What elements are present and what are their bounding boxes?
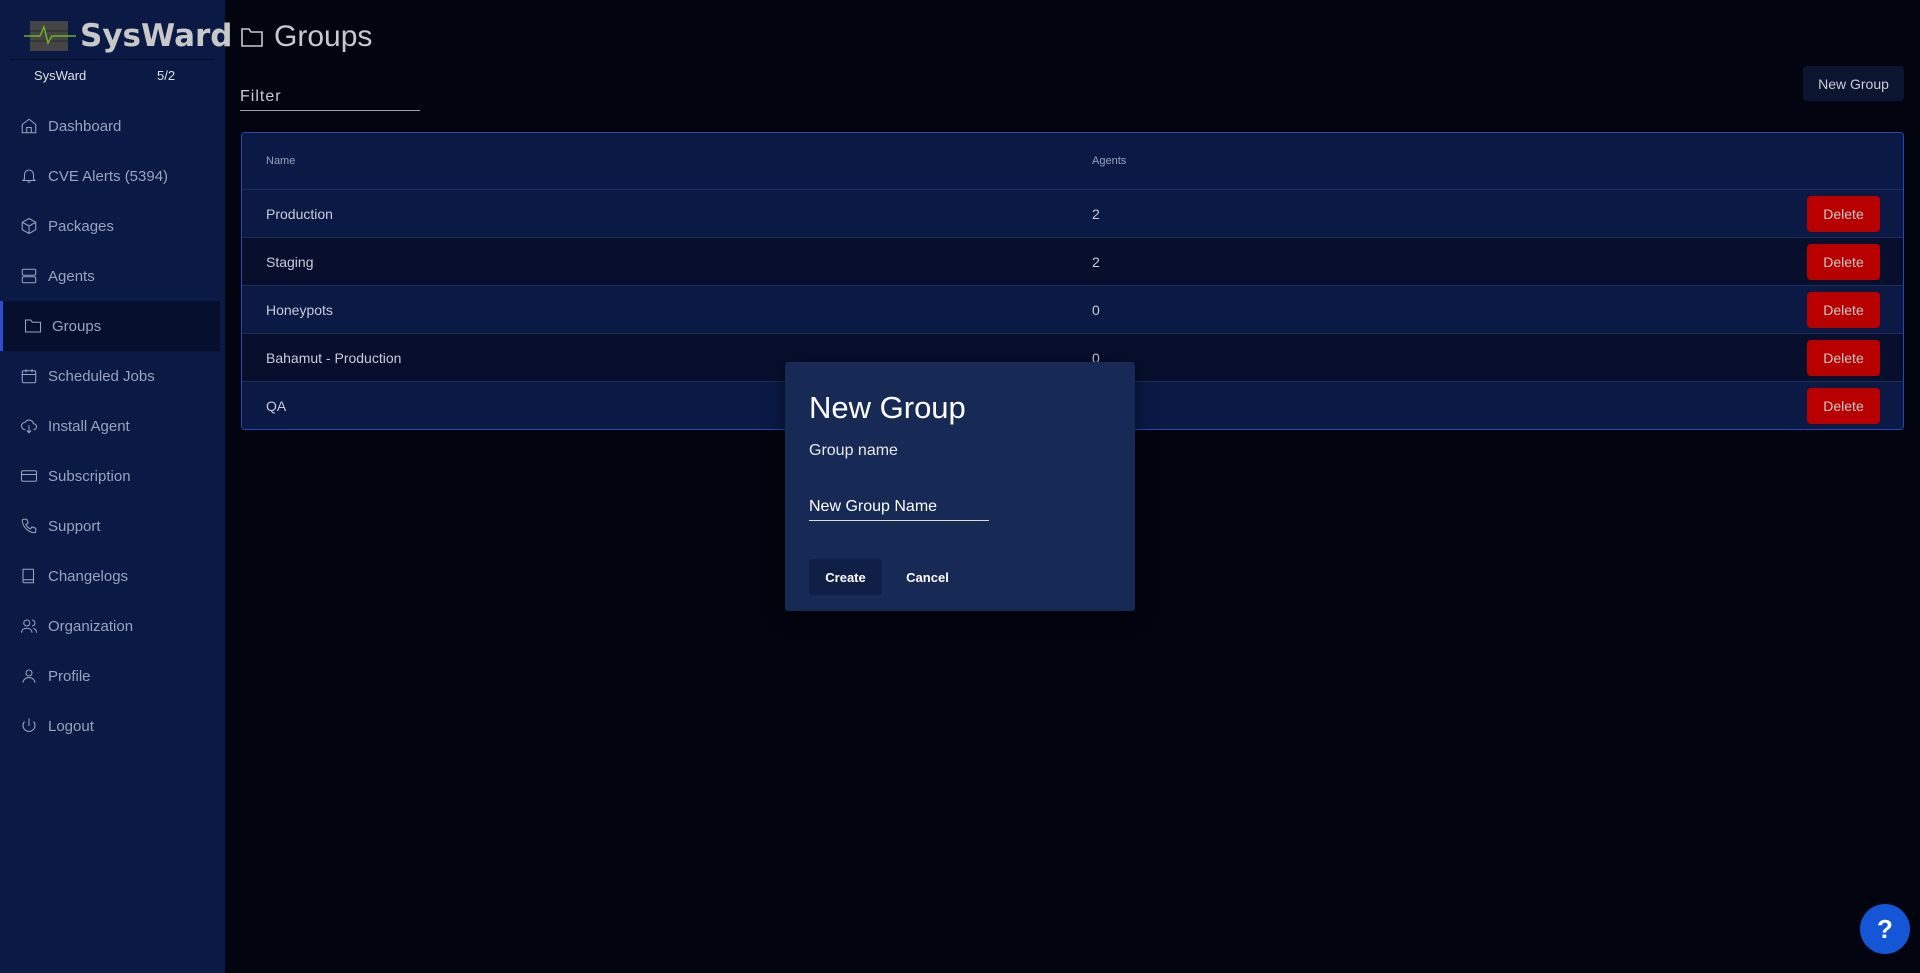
sidebar-item-subscription[interactable]: Subscription [0,451,225,501]
filter-input[interactable] [240,84,420,111]
sidebar-item-label: Groups [52,317,102,335]
new-group-dialog: New Group Group name Create Cancel [785,362,1135,611]
user-icon [22,669,36,683]
cancel-button[interactable]: Cancel [890,559,965,595]
delete-button[interactable]: Delete [1807,195,1880,232]
delete-button[interactable]: Delete [1807,387,1880,424]
agent-count: 0 [1092,301,1100,318]
server-icon [21,268,37,284]
home-icon [21,118,37,134]
sidebar-item-support[interactable]: Support [0,501,225,551]
sidebar-item-groups[interactable]: Groups [0,301,220,351]
table-row: Production 2 Delete [242,189,1903,237]
logo[interactable]: SysWard [24,18,232,54]
users-icon [20,619,38,633]
server-pulse-logo-icon [24,21,76,51]
org-name[interactable]: SysWard [34,68,86,83]
sidebar-item-agents[interactable]: Agents [0,251,225,301]
group-name-input[interactable] [809,493,989,521]
delete-button[interactable]: Delete [1807,291,1880,328]
table-row: Honeypots 0 Delete [242,285,1903,333]
book-icon [22,568,35,584]
sidebar-item-label: Logout [48,717,94,735]
sidebar-item-label: Organization [48,617,134,635]
sidebar-item-label: Install Agent [48,417,130,435]
logo-text: SysWard [80,18,233,54]
sidebar-item-label: CVE Alerts (5394) [48,167,169,185]
divider [10,59,215,60]
folder-icon [241,28,263,47]
sidebar: SysWard SysWard 5/2 Dashboard CVE Alerts … [0,0,232,973]
sidebar-item-label: Profile [48,667,91,685]
sidebar-item-label: Scheduled Jobs [48,367,155,385]
sidebar-item-label: Packages [48,217,114,235]
group-name-label: Group name [809,442,898,459]
sidebar-item-label: Support [48,517,101,535]
delete-button[interactable]: Delete [1807,339,1880,376]
sidebar-item-logout[interactable]: Logout [0,701,225,751]
page-title-text: Groups [274,20,373,53]
credit-card-icon [20,470,38,482]
bell-icon [21,169,37,183]
sidebar-item-label: Dashboard [48,117,122,135]
help-button[interactable]: ? [1860,904,1910,954]
header-agents[interactable]: Agents [1092,155,1126,167]
sidebar-item-organization[interactable]: Organization [0,601,225,651]
org-count: 5/2 [157,68,176,83]
sidebar-item-install-agent[interactable]: Install Agent [0,401,225,451]
folder-icon [24,319,42,333]
sidebar-item-profile[interactable]: Profile [0,651,225,701]
agent-count: 2 [1092,205,1100,222]
sidebar-item-label: Agents [48,267,95,285]
box-icon [21,217,37,235]
sidebar-item-changelogs[interactable]: Changelogs [0,551,225,601]
group-name[interactable]: Bahamut - Production [266,350,401,366]
group-name[interactable]: QA [266,398,286,414]
new-group-button[interactable]: New Group [1803,66,1904,101]
phone-icon [21,518,37,534]
calendar-icon [21,369,37,384]
sidebar-item-packages[interactable]: Packages [0,201,225,251]
download-cloud-icon [20,419,37,434]
sidebar-item-cve-alerts[interactable]: CVE Alerts (5394) [0,151,225,201]
delete-button[interactable]: Delete [1807,243,1880,280]
sidebar-item-label: Changelogs [48,567,129,585]
group-name[interactable]: Honeypots [266,302,333,318]
header-name[interactable]: Name [266,155,295,167]
group-name[interactable]: Staging [266,254,313,270]
sidebar-item-dashboard[interactable]: Dashboard [0,101,225,151]
power-icon [22,718,36,732]
sidebar-item-label: Subscription [48,467,131,485]
page-title: Groups [240,20,372,54]
table-row: Staging 2 Delete [242,237,1903,285]
group-name[interactable]: Production [266,206,333,222]
sidebar-item-scheduled-jobs[interactable]: Scheduled Jobs [0,351,225,401]
dialog-title: New Group [809,390,966,425]
table-header: Name Agents [242,133,1903,189]
agent-count: 2 [1092,253,1100,270]
create-button[interactable]: Create [809,559,882,595]
sidebar-nav: Dashboard CVE Alerts (5394) Packages Agents… [0,101,225,751]
